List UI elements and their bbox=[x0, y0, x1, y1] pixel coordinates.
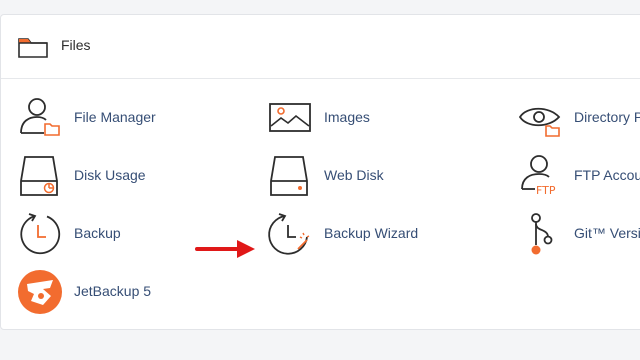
tool-label: FTP Accou bbox=[574, 167, 640, 183]
jetbackup-link[interactable]: JetBackup 5 bbox=[17, 269, 257, 315]
disk-usage-icon bbox=[20, 156, 58, 196]
tool-label: Backup Wizard bbox=[324, 225, 419, 241]
tool-label: Backup bbox=[74, 225, 121, 241]
directory-privacy-icon bbox=[518, 107, 561, 137]
files-section-header[interactable]: Files bbox=[1, 15, 640, 79]
backup-wizard-icon bbox=[268, 213, 310, 255]
backup-icon bbox=[20, 213, 61, 255]
ftp-accounts-link[interactable]: FTP FTP Accou bbox=[517, 153, 640, 199]
file-manager-icon bbox=[20, 98, 60, 136]
red-arrow-annotation bbox=[195, 240, 255, 258]
disk-usage-link[interactable]: Disk Usage bbox=[17, 153, 257, 199]
backup-wizard-link[interactable]: Backup Wizard bbox=[267, 211, 507, 257]
git-icon bbox=[531, 213, 553, 255]
tool-label: Git™ Versi bbox=[574, 225, 640, 241]
tool-label: JetBackup 5 bbox=[74, 283, 152, 299]
tool-label: Disk Usage bbox=[74, 167, 146, 183]
images-link[interactable]: Images bbox=[267, 95, 507, 141]
images-icon bbox=[269, 103, 311, 132]
tool-label: Directory P bbox=[574, 109, 640, 125]
tool-label: File Manager bbox=[74, 109, 156, 125]
web-disk-icon bbox=[270, 156, 308, 196]
files-panel: Files File Manager Images Directory P Di… bbox=[0, 14, 640, 330]
directory-privacy-link[interactable]: Directory P bbox=[517, 95, 640, 141]
tool-label: Web Disk bbox=[324, 167, 384, 183]
git-version-control-link[interactable]: Git™ Versi bbox=[517, 211, 640, 257]
svg-text:FTP: FTP bbox=[536, 184, 556, 197]
jetbackup-icon bbox=[18, 270, 62, 314]
web-disk-link[interactable]: Web Disk bbox=[267, 153, 507, 199]
section-title: Files bbox=[61, 37, 91, 53]
file-manager-link[interactable]: File Manager bbox=[17, 95, 257, 141]
folder-icon bbox=[18, 38, 48, 58]
tool-label: Images bbox=[324, 109, 370, 125]
ftp-accounts-icon: FTP bbox=[521, 155, 556, 197]
